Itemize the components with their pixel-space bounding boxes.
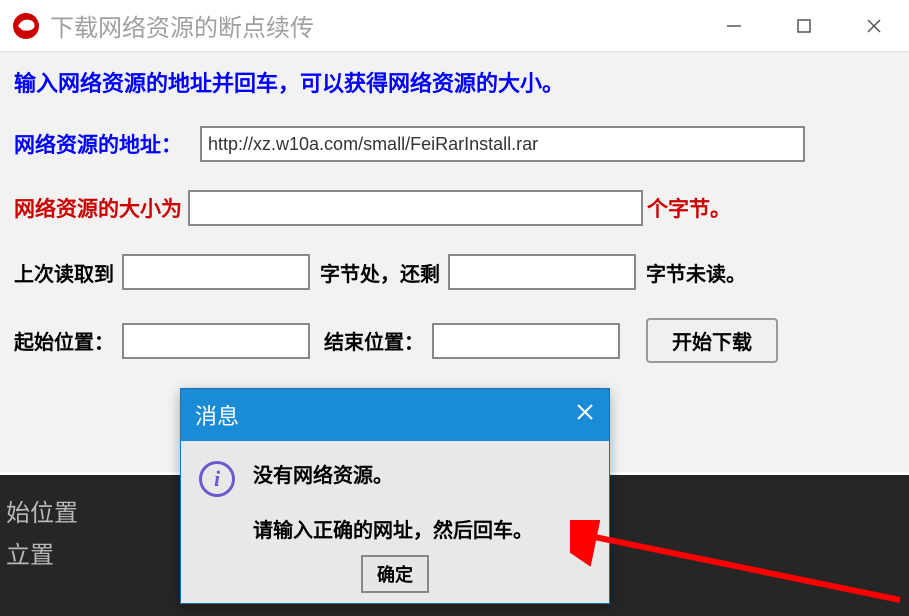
progress-row: 上次读取到 字节处，还剩 字节未读。: [14, 254, 895, 290]
close-button[interactable]: [839, 1, 909, 51]
dialog-line2: 请输入正确的网址，然后回车。: [253, 514, 533, 543]
dialog-message: 没有网络资源。 请输入正确的网址，然后回车。: [253, 459, 533, 543]
dialog-footer: 确定: [181, 555, 609, 603]
url-row: 网络资源的地址：: [14, 126, 895, 162]
size-suffix: 个字节。: [647, 193, 731, 223]
remain-suffix: 字节未读。: [646, 258, 746, 287]
end-pos-label: 结束位置：: [324, 326, 424, 355]
size-input[interactable]: [188, 190, 643, 226]
remain-label: 字节处，还剩: [320, 258, 440, 287]
dialog-title: 消息: [195, 399, 239, 431]
url-input[interactable]: [200, 126, 805, 162]
remain-input[interactable]: [448, 254, 636, 290]
dialog-titlebar: 消息: [181, 389, 609, 441]
maximize-button[interactable]: [769, 1, 839, 51]
start-download-button[interactable]: 开始下载: [646, 318, 778, 363]
dialog-body: i 没有网络资源。 请输入正确的网址，然后回车。: [181, 441, 609, 555]
titlebar: 下载网络资源的断点续传: [0, 0, 909, 52]
minimize-button[interactable]: [699, 1, 769, 51]
info-icon: i: [199, 461, 235, 497]
position-row: 起始位置： 结束位置： 开始下载: [14, 318, 895, 363]
window-controls: [699, 1, 909, 51]
last-read-input[interactable]: [122, 254, 310, 290]
url-label: 网络资源的地址：: [14, 129, 182, 159]
start-pos-input[interactable]: [122, 323, 310, 359]
app-icon: [12, 12, 40, 40]
message-dialog: 消息 i 没有网络资源。 请输入正确的网址，然后回车。 确定: [180, 388, 610, 604]
start-pos-label: 起始位置：: [14, 326, 114, 355]
size-label: 网络资源的大小为: [14, 193, 182, 223]
window-title: 下载网络资源的断点续传: [50, 8, 314, 43]
end-pos-input[interactable]: [432, 323, 620, 359]
dialog-ok-button[interactable]: 确定: [361, 555, 429, 593]
instruction-text: 输入网络资源的地址并回车，可以获得网络资源的大小。: [14, 66, 895, 98]
last-read-label: 上次读取到: [14, 258, 114, 287]
dialog-line1: 没有网络资源。: [253, 459, 533, 488]
dialog-close-button[interactable]: [575, 402, 595, 428]
size-row: 网络资源的大小为 个字节。: [14, 190, 895, 226]
